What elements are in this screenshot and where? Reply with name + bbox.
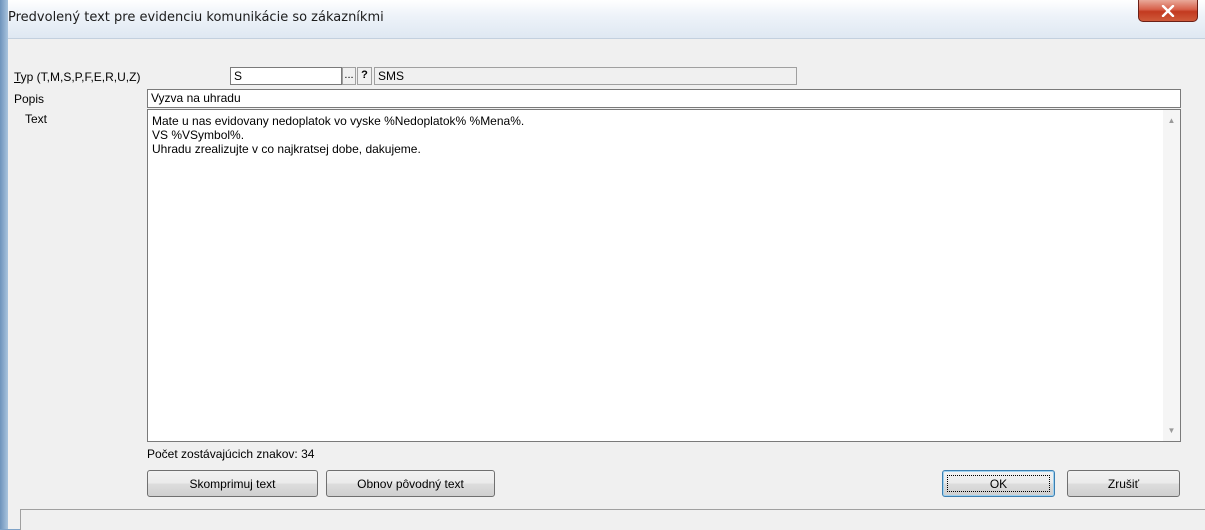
text-label: Text xyxy=(25,112,48,126)
typ-help-button[interactable]: ? xyxy=(357,67,372,85)
text-content[interactable]: Mate u nas evidovany nedoplatok vo vyske… xyxy=(152,114,1158,156)
typ-label: Typ (T,M,S,P,F,E,R,U,Z) xyxy=(14,70,140,84)
ok-focus-rect xyxy=(947,475,1050,492)
typ-label-accelerator: T xyxy=(14,70,21,84)
scroll-up-icon[interactable]: ▲ xyxy=(1163,112,1180,129)
title-bar[interactable]: Predvolený text pre evidenciu komunikáci… xyxy=(8,0,1205,39)
scroll-down-icon[interactable]: ▼ xyxy=(1163,422,1180,439)
popis-input[interactable]: Vyzva na uhradu xyxy=(147,89,1181,108)
typ-browse-button[interactable]: ... xyxy=(342,67,356,85)
window-title: Predvolený text pre evidenciu komunikáci… xyxy=(8,10,384,25)
typ-input[interactable]: S xyxy=(230,67,342,85)
popis-label: Popis xyxy=(14,92,45,106)
restore-text-button[interactable]: Obnov pôvodný text xyxy=(326,470,495,497)
remaining-chars-label: Počet zostávajúcich znakov: 34 xyxy=(147,447,315,461)
close-icon xyxy=(1161,4,1175,17)
cancel-button[interactable]: Zrušiť xyxy=(1067,470,1180,497)
window-left-edge xyxy=(0,0,8,529)
typ-label-text: yp (T,M,S,P,F,E,R,U,Z) xyxy=(20,70,141,84)
dialog-window: Predvolený text pre evidenciu komunikáci… xyxy=(8,0,1205,530)
text-scrollbar[interactable]: ▲ ▼ xyxy=(1163,110,1180,441)
typ-description: SMS xyxy=(374,67,797,85)
close-button[interactable] xyxy=(1138,0,1198,22)
text-textarea[interactable]: Mate u nas evidovany nedoplatok vo vyske… xyxy=(147,109,1181,442)
ok-button[interactable]: OK xyxy=(942,470,1055,497)
compress-text-button[interactable]: Skomprimuj text xyxy=(147,470,318,497)
status-strip xyxy=(20,509,1205,530)
